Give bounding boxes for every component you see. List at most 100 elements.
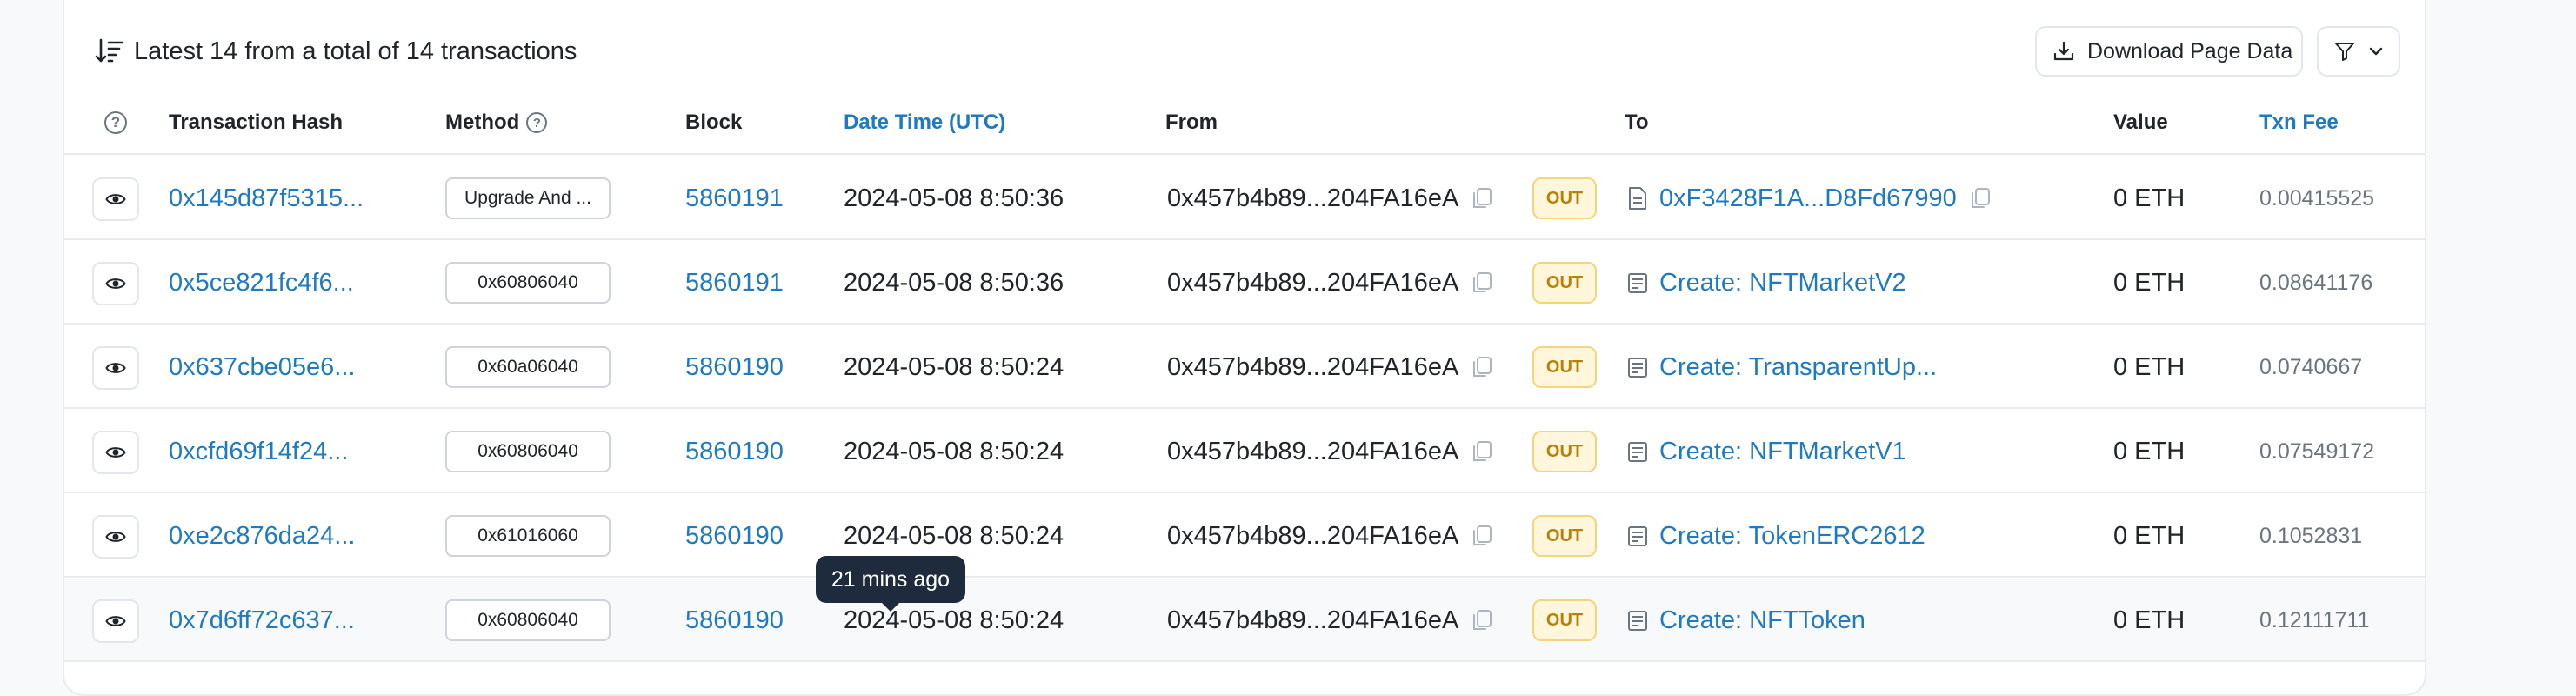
datetime-cell: 2024-05-08 8:50:24	[844, 352, 1064, 381]
preview-button[interactable]	[92, 177, 139, 221]
to-link[interactable]: Create: TokenERC2612	[1659, 522, 1925, 551]
preview-button[interactable]	[92, 599, 139, 643]
block-link[interactable]: 5860190	[685, 579, 784, 662]
block-link[interactable]: 5860191	[685, 241, 784, 325]
column-txn-fee[interactable]: Txn Fee	[2259, 90, 2339, 155]
table-row: 0x5ce821fc4f6... 0x60806040 5860191 2024…	[64, 241, 2425, 325]
method-badge: 0x60806040	[445, 431, 611, 472]
column-to: To	[1625, 110, 1649, 134]
method-help-icon[interactable]: ?	[526, 112, 548, 133]
to-link[interactable]: Create: NFTMarketV2	[1659, 269, 1906, 298]
preview-button[interactable]	[92, 262, 139, 305]
to-cell: Create: TokenERC2612	[1626, 494, 1925, 578]
table-row: 0xcfd69f14f24... 0x60806040 5860190 2024…	[64, 410, 2425, 493]
block-link[interactable]: 5860190	[685, 494, 784, 578]
to-cell: Create: NFTMarketV2	[1626, 241, 1906, 325]
table-head: ? Transaction Hash Method ? Block Date T…	[64, 90, 2425, 155]
from-cell: 0x457b4b89...204FA16eA	[1167, 410, 1493, 493]
transaction-hash-link[interactable]: 0x637cbe05e6...	[169, 325, 355, 409]
direction-badge: OUT	[1532, 599, 1597, 641]
method-badge: Upgrade And ...	[445, 177, 611, 219]
value-cell: 0 ETH	[2113, 268, 2186, 297]
table-row: 0x637cbe05e6... 0x60a06040 5860190 2024-…	[64, 325, 2425, 409]
transactions-card: Latest 14 from a total of 14 transaction…	[63, 0, 2426, 696]
direction-badge: OUT	[1532, 346, 1597, 388]
copy-icon[interactable]	[1471, 608, 1493, 632]
from-cell: 0x457b4b89...204FA16eA	[1167, 241, 1493, 325]
txn-fee-cell: 0.00415525	[2259, 185, 2375, 211]
preview-button[interactable]	[92, 431, 139, 474]
copy-icon[interactable]	[1471, 355, 1493, 379]
sort-descending-icon[interactable]	[94, 36, 125, 67]
to-link[interactable]: Create: NFTMarketV1	[1659, 438, 1906, 466]
download-label: Download Page Data	[2087, 38, 2293, 64]
copy-icon[interactable]	[1471, 271, 1493, 295]
preview-button[interactable]	[92, 346, 139, 390]
column-method-label: Method	[445, 110, 520, 134]
contract-creation-icon	[1628, 273, 1647, 293]
column-from: From	[1165, 110, 1218, 134]
from-address: 0x457b4b89...204FA16eA	[1167, 521, 1459, 550]
from-address: 0x457b4b89...204FA16eA	[1167, 352, 1459, 381]
datetime-cell: 2024-05-08 8:50:24	[844, 437, 1064, 465]
direction-badge: OUT	[1532, 515, 1597, 557]
copy-icon[interactable]	[1969, 186, 1992, 211]
block-link[interactable]: 5860190	[685, 410, 784, 493]
from-cell: 0x457b4b89...204FA16eA	[1167, 325, 1493, 409]
copy-icon[interactable]	[1471, 186, 1493, 211]
from-cell: 0x457b4b89...204FA16eA	[1167, 579, 1493, 662]
from-address: 0x457b4b89...204FA16eA	[1167, 437, 1459, 465]
filter-dropdown-button[interactable]	[2317, 26, 2400, 77]
txn-fee-cell: 0.08641176	[2259, 270, 2373, 295]
block-link[interactable]: 5860191	[685, 157, 784, 240]
to-cell: Create: NFTToken	[1626, 579, 1865, 662]
transaction-hash-link[interactable]: 0xcfd69f14f24...	[169, 410, 348, 493]
to-link[interactable]: Create: TransparentUp...	[1659, 353, 1937, 382]
value-cell: 0 ETH	[2113, 184, 2186, 212]
table-row: 0x145d87f5315... Upgrade And ... 5860191…	[64, 157, 2425, 240]
transaction-hash-link[interactable]: 0x145d87f5315...	[169, 157, 364, 240]
transaction-hash-link[interactable]: 0x7d6ff72c637...	[169, 579, 355, 662]
datetime-cell: 2024-05-08 8:50:36	[844, 268, 1064, 297]
preview-button[interactable]	[92, 515, 139, 559]
contract-creation-icon	[1628, 526, 1647, 546]
value-cell: 0 ETH	[2113, 521, 2186, 550]
eye-icon	[105, 532, 126, 542]
download-icon	[2053, 41, 2074, 61]
download-page-data-button[interactable]: Download Page Data	[2035, 26, 2303, 77]
table-row: 0xe2c876da24... 0x61016060 5860190 2024-…	[64, 494, 2425, 578]
from-cell: 0x457b4b89...204FA16eA	[1167, 157, 1493, 240]
column-datetime[interactable]: Date Time (UTC)	[844, 90, 1005, 155]
help-icon[interactable]: ?	[104, 90, 127, 155]
column-value: Value	[2113, 110, 2168, 134]
to-cell: 0xF3428F1A...D8Fd67990	[1626, 157, 1992, 240]
contract-creation-icon	[1628, 358, 1647, 378]
from-address: 0x457b4b89...204FA16eA	[1167, 268, 1459, 297]
datetime-tooltip: 21 mins ago	[816, 556, 965, 612]
transaction-hash-link[interactable]: 0xe2c876da24...	[169, 494, 355, 578]
value-cell: 0 ETH	[2113, 606, 2186, 634]
to-link[interactable]: Create: NFTToken	[1659, 606, 1865, 635]
txn-fee-cell: 0.12111711	[2259, 607, 2370, 632]
filter-icon	[2335, 43, 2354, 61]
contract-creation-icon	[1628, 611, 1647, 631]
block-link[interactable]: 5860190	[685, 325, 784, 409]
copy-icon[interactable]	[1471, 439, 1493, 464]
column-method: Method ?	[445, 90, 548, 155]
eye-icon	[105, 278, 126, 289]
column-transaction-hash: Transaction Hash	[169, 110, 344, 134]
method-badge: 0x60806040	[445, 262, 611, 304]
to-link[interactable]: 0xF3428F1A...D8Fd67990	[1659, 184, 1957, 213]
contract-creation-icon	[1628, 442, 1647, 462]
txn-fee-cell: 0.1052831	[2259, 523, 2363, 548]
direction-badge: OUT	[1532, 177, 1597, 219]
method-badge: 0x60a06040	[445, 346, 611, 388]
transactions-summary: Latest 14 from a total of 14 transaction…	[134, 37, 577, 65]
column-block: Block	[685, 110, 743, 134]
to-cell: Create: NFTMarketV1	[1626, 410, 1906, 493]
direction-badge: OUT	[1532, 431, 1597, 472]
copy-icon[interactable]	[1471, 524, 1493, 548]
eye-icon	[105, 194, 126, 204]
transaction-hash-link[interactable]: 0x5ce821fc4f6...	[169, 241, 354, 325]
eye-icon	[105, 363, 126, 373]
